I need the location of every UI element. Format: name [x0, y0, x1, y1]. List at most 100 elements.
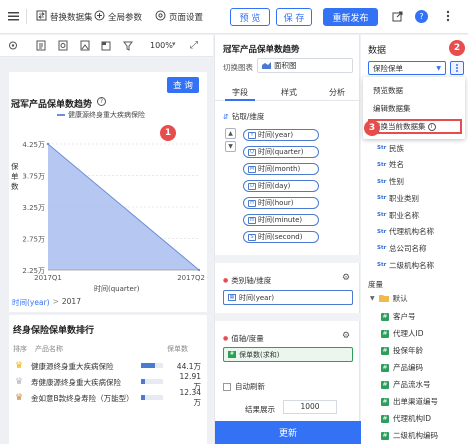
string-type-icon: Str [377, 245, 387, 252]
rank-title: 终身保险保单数排行 [13, 326, 95, 336]
filter-icon[interactable] [123, 40, 133, 51]
drill-field-label: 时间(quarter) [258, 148, 304, 156]
chart-type-select[interactable]: 面积图 [257, 58, 353, 73]
update-button[interactable]: 更新 [215, 421, 361, 444]
dataset-select[interactable]: 保险保单 ▼ [368, 61, 446, 75]
global-params-button[interactable]: 全局参数 [94, 10, 142, 24]
save-button[interactable]: 保 存 [276, 8, 312, 26]
measure-field[interactable]: # 代理机构ID [381, 413, 431, 424]
area-chart-plot[interactable]: 4.25万3.75万3.25万2.75万2.25万2017Q1 2017Q2 [9, 72, 207, 312]
auto-refresh-checkbox[interactable]: 自动刷新 [223, 381, 265, 392]
drill-field-pill[interactable]: H 时间(hour) [243, 197, 319, 209]
measure-field[interactable]: # 出单渠道编号 [381, 396, 438, 407]
measure-field[interactable]: # 投保年龄 [381, 345, 423, 356]
tab-icon[interactable] [101, 40, 111, 51]
more-vertical-icon[interactable] [446, 10, 450, 24]
value-field-chip[interactable]: # 保单数(求和) [223, 347, 353, 362]
progress-track [141, 379, 163, 384]
number-type-icon: # [381, 397, 389, 406]
dimension-field[interactable]: Str 性别 [377, 176, 404, 187]
category-axis-header: ● 类别轴/维度 [223, 276, 272, 285]
dimension-field[interactable]: Str 民族 [377, 143, 404, 154]
dimension-field[interactable]: Str 代理机构名称 [377, 226, 434, 237]
rank-row[interactable]: ♛ 健康源终身重大疾病保险 44.1万 [13, 359, 201, 373]
drill-field-pill[interactable]: m 时间(minute) [243, 214, 319, 226]
dimension-field[interactable]: Str 总公司名称 [377, 243, 427, 254]
move-down-button[interactable]: ▼ [225, 141, 236, 152]
measure-field[interactable]: # 二级机构编码 [381, 430, 438, 441]
measure-field[interactable]: # 产品流水号 [381, 379, 431, 390]
help-icon[interactable]: ? [415, 10, 428, 23]
drill-path[interactable]: 时间(year) > 2017 [12, 297, 81, 308]
image-search-icon[interactable] [58, 40, 68, 51]
rank-row[interactable]: ♛ 寿健康源终身重大疾病保险 12.91万 [13, 372, 201, 391]
step-badge-3: 3 [364, 120, 380, 136]
tab-fields[interactable]: 字段 [232, 87, 248, 98]
dimension-field-label: 总公司名称 [389, 243, 427, 253]
page-settings-button[interactable]: 页面设置 [155, 10, 203, 24]
rank-row[interactable]: ♛ 金如意B款终身寿险（万能型） 12.34万 [13, 388, 201, 407]
x-tick-label: 2017Q1 [34, 274, 62, 282]
string-type-icon: Str [377, 178, 387, 185]
menu-icon[interactable] [8, 11, 19, 21]
gear-icon[interactable]: ⚙ [342, 331, 350, 341]
zoom-level[interactable]: 100% [150, 41, 173, 50]
number-type-icon: # [381, 431, 389, 440]
tab-analysis[interactable]: 分析 [329, 87, 345, 98]
area-chart-card[interactable]: 查 询 冠军产品保单数趋势 ? 健康源终身重大疾病保险 保单数 4.25万 3.7… [9, 72, 207, 312]
republish-button[interactable]: 重新发布 [323, 8, 378, 26]
default-folder[interactable]: ▼ 默认 [370, 293, 408, 304]
gear-icon[interactable]: ⚙ [342, 273, 350, 283]
dimension-field-label: 民族 [389, 143, 404, 153]
drill-field-label: 时间(year) [258, 131, 294, 139]
data-panel-title: 数据 [368, 46, 387, 56]
drill-field-label: 时间(second) [258, 233, 303, 241]
menu-replace-dataset[interactable]: 替换当前数据集 i [368, 119, 462, 134]
rank-header: 排序 产品名称 保单数 [13, 345, 188, 353]
fit-screen-icon[interactable]: ⤢ [190, 40, 198, 51]
data-point[interactable] [46, 142, 50, 146]
category-field-chip[interactable]: ▦ 时间(year) [223, 290, 353, 305]
data-panel: 数据 保险保单 ▼ 字段 维度 Str期间Str民族Str姓名Str性别Str职… [361, 35, 468, 444]
drill-field-label: 时间(month) [258, 165, 301, 173]
drill-field-pill[interactable]: Q 时间(quarter) [243, 146, 319, 158]
measure-field[interactable]: # 客户号 [381, 311, 416, 322]
settings-icon[interactable] [8, 40, 18, 51]
drill-field-pill[interactable]: S 时间(second) [243, 231, 319, 243]
number-type-icon: # [381, 380, 389, 389]
calendar-icon: H [248, 199, 256, 207]
drill-field-pill[interactable]: Y 时间(year) [243, 129, 319, 141]
active-tab-indicator [225, 99, 255, 101]
external-link-icon[interactable] [392, 11, 403, 24]
calendar-icon: M [248, 165, 256, 173]
dimension-field[interactable]: Str 姓名 [377, 159, 404, 170]
info-icon: i [427, 122, 436, 131]
dataset-more-button[interactable] [450, 61, 464, 75]
measure-field-label: 出单渠道编号 [393, 397, 438, 406]
dimension-field-label: 职业类别 [389, 193, 419, 203]
move-up-button[interactable]: ▲ [225, 128, 236, 139]
string-type-icon: Str [377, 195, 387, 202]
measure-field[interactable]: # 代理人ID [381, 328, 424, 339]
measure-field[interactable]: # 产品编码 [381, 362, 423, 373]
menu-preview-data[interactable]: 预览数据 [373, 85, 403, 96]
chevron-down-icon[interactable]: ▾ [172, 40, 176, 48]
menu-edit-dataset[interactable]: 编辑数据集 [373, 103, 411, 114]
divider [215, 313, 361, 321]
result-count-input[interactable]: 1000 [283, 400, 337, 414]
drill-field-pill[interactable]: M 时间(month) [243, 163, 319, 175]
dimension-field[interactable]: Str 二级机构名称 [377, 260, 434, 271]
tab-style[interactable]: 样式 [281, 87, 297, 98]
dimension-field[interactable]: Str 职业名称 [377, 210, 419, 221]
calendar-icon: ▦ [228, 294, 236, 301]
dimension-field-label: 二级机构名称 [389, 260, 434, 270]
image-icon[interactable] [80, 40, 90, 51]
dimension-field[interactable]: Str 职业类别 [377, 193, 419, 204]
preview-button[interactable]: 预 览 [230, 8, 270, 26]
settings-icon [155, 10, 166, 24]
area-chart-icon [262, 61, 271, 71]
drill-field-pill[interactable]: D 时间(day) [243, 180, 319, 192]
product-name: 寿健康源终身重大疾病保险 [31, 377, 121, 387]
replace-dataset-button[interactable]: 替换数据集 [36, 10, 93, 24]
document-icon[interactable] [36, 40, 46, 51]
